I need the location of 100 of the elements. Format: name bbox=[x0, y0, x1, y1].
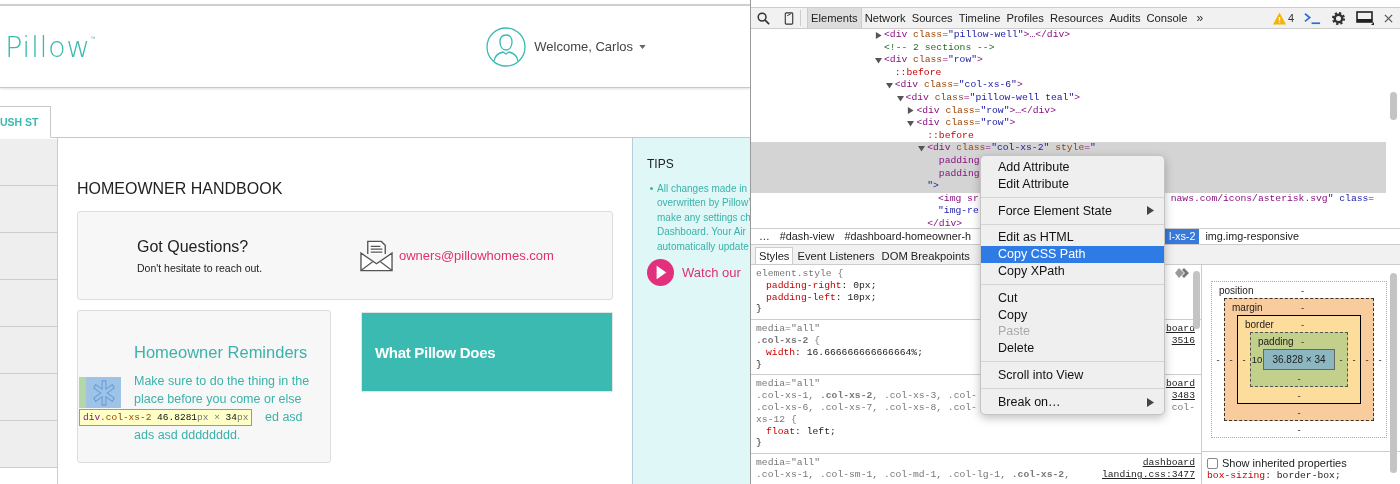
dock-icon[interactable] bbox=[1356, 11, 1374, 25]
menu-item[interactable]: Scroll into View bbox=[981, 366, 1164, 384]
reminder-text-line: Make sure to do the thing in the bbox=[134, 373, 311, 390]
source-link[interactable]: dashboard bbox=[1142, 457, 1195, 469]
css-selector[interactable]: .col-xs-1, .col-xs-2, .col-xs-3, .col- bbox=[756, 390, 977, 402]
devtools-tab[interactable]: Elements bbox=[807, 8, 862, 28]
menu-item[interactable]: Add Attribute bbox=[981, 159, 1164, 176]
checkbox[interactable] bbox=[1207, 457, 1218, 469]
breadcrumb[interactable]: #dashboard-homeowner-h bbox=[840, 229, 976, 244]
tip-text-line: Dashboard. Your Air bbox=[657, 226, 746, 238]
closing-brace: } bbox=[756, 303, 762, 316]
devtools-tab[interactable]: Network bbox=[861, 8, 909, 28]
new-rule-icon[interactable] bbox=[1175, 268, 1189, 278]
breadcrumb[interactable]: #dash-view bbox=[775, 229, 839, 244]
email-link[interactable]: owners@pillowhomes.com bbox=[399, 248, 554, 263]
settings-icon[interactable] bbox=[1331, 10, 1346, 26]
box-value: - bbox=[1297, 389, 1301, 401]
breadcrumb[interactable]: l-xs-2 bbox=[1165, 229, 1200, 244]
css-selector: col- bbox=[1171, 401, 1195, 414]
code-text: <div class="row"> bbox=[884, 54, 983, 67]
box-value: - bbox=[1241, 353, 1247, 367]
source-link[interactable]: 3483 bbox=[1171, 390, 1195, 402]
css-property[interactable]: padding-right: 0px; bbox=[756, 279, 877, 292]
css-property[interactable]: width: 16.666666666666664%; bbox=[756, 346, 923, 359]
reminder-text-line: place before you come or else bbox=[134, 391, 303, 408]
tips-title: TIPS bbox=[647, 157, 675, 171]
devtools-tab[interactable]: Resources bbox=[1046, 8, 1107, 28]
closing-brace: } bbox=[756, 358, 762, 371]
devtools-tab[interactable]: Console bbox=[1143, 8, 1191, 28]
breadcrumb[interactable]: … bbox=[755, 229, 774, 244]
devtools-tab[interactable]: Audits bbox=[1106, 8, 1144, 28]
menu-item[interactable]: Force Element State bbox=[981, 202, 1164, 220]
console-prompt-icon[interactable] bbox=[1304, 11, 1321, 25]
source-link[interactable]: board bbox=[1165, 378, 1195, 391]
disclosure-triangle-icon[interactable] bbox=[918, 145, 926, 153]
reminder-text-line: ed asd bbox=[265, 409, 303, 426]
code-text: <div class="pillow-well">…</div> bbox=[884, 29, 1071, 42]
play-icon[interactable] bbox=[647, 258, 674, 286]
disclosure-triangle-icon[interactable] bbox=[875, 57, 882, 64]
disclosure-triangle-icon[interactable] bbox=[907, 119, 915, 127]
code-text: </div> bbox=[927, 217, 963, 228]
pane-tab[interactable]: Styles bbox=[755, 247, 794, 264]
checkbox-label[interactable]: Show inherited properties bbox=[1222, 457, 1347, 469]
menu-item[interactable]: Copy bbox=[981, 306, 1164, 324]
css-selector[interactable]: xs-12 { bbox=[756, 413, 797, 426]
source-link[interactable]: 3516 bbox=[1171, 335, 1195, 347]
user-menu[interactable]: Welcome, Carlos bbox=[534, 39, 646, 54]
devtools-tab[interactable]: Sources bbox=[908, 8, 956, 28]
devtools-tab[interactable]: Profiles bbox=[1003, 8, 1047, 28]
css-selector[interactable]: .col-xs-6, .col-xs-7, .col-xs-8, .col- bbox=[756, 401, 977, 414]
menu-item[interactable]: Delete bbox=[981, 340, 1164, 357]
video-link[interactable]: Watch our bbox=[682, 264, 741, 280]
source-link[interactable]: landing.css:3477 bbox=[1102, 468, 1195, 481]
close-icon[interactable] bbox=[1384, 13, 1393, 23]
search-icon[interactable] bbox=[757, 11, 770, 25]
css-property[interactable]: padding-left: 10px; bbox=[756, 291, 877, 304]
css-selector[interactable]: .col-xs-1, .col-sm-1, .col-md-1, .col-lg-1, .col-xs-2, bbox=[756, 468, 1070, 481]
disclosure-triangle-icon[interactable] bbox=[885, 82, 893, 90]
reminder-text-line: ads asd dddddddd. bbox=[134, 427, 242, 444]
menu-item[interactable]: Copy XPath bbox=[981, 263, 1164, 280]
code-text: <div class="col-xs-6"> bbox=[894, 79, 1023, 92]
scrollbar-thumb[interactable] bbox=[1390, 273, 1397, 473]
section-heading: HOMEOWNER HANDBOOK bbox=[77, 180, 284, 198]
code-text: ::before bbox=[894, 66, 942, 80]
box-value: - bbox=[1228, 353, 1234, 367]
menu-item[interactable]: Edit Attribute bbox=[981, 175, 1164, 193]
css-selector[interactable]: .col-xs-2 { bbox=[756, 335, 820, 347]
box-label: position bbox=[1219, 284, 1255, 296]
box-value: - bbox=[1300, 318, 1305, 330]
menu-item[interactable]: Edit as HTML bbox=[981, 229, 1164, 247]
media-query: media="all" bbox=[756, 378, 820, 391]
disclosure-triangle-icon[interactable] bbox=[875, 31, 882, 39]
source-link[interactable]: board bbox=[1165, 323, 1195, 335]
warning-count[interactable]: 4 bbox=[1287, 12, 1294, 24]
envelope-icon bbox=[360, 239, 393, 272]
box-value: - bbox=[1300, 284, 1305, 296]
pane-tab[interactable]: DOM Breakpoints bbox=[878, 247, 973, 264]
menu-item[interactable]: Break on… bbox=[981, 393, 1164, 411]
disclosure-triangle-icon[interactable] bbox=[896, 94, 904, 102]
more-tabs-button[interactable]: » bbox=[1196, 11, 1204, 25]
css-selector[interactable]: element.style { bbox=[756, 268, 844, 280]
card-subtitle: Don't hesitate to reach out. bbox=[137, 261, 264, 274]
box-value: 10 bbox=[1251, 353, 1263, 367]
menu-item[interactable]: Copy CSS Path bbox=[981, 246, 1164, 263]
css-property[interactable]: float: left; bbox=[756, 425, 836, 438]
disclosure-triangle-icon[interactable] bbox=[907, 107, 915, 115]
box-value: - bbox=[1338, 353, 1344, 367]
code-text: padding bbox=[937, 167, 980, 181]
pane-tab[interactable]: Event Listeners bbox=[794, 247, 878, 264]
menu-item[interactable]: Cut bbox=[981, 289, 1164, 307]
scrollbar-thumb[interactable] bbox=[1193, 271, 1200, 329]
scrollbar-thumb[interactable] bbox=[1390, 92, 1397, 120]
device-icon[interactable] bbox=[784, 11, 794, 25]
caret-icon bbox=[639, 44, 646, 49]
card-title: Homeowner Reminders bbox=[134, 343, 309, 362]
content-size: 36.828 × 34 bbox=[1263, 349, 1335, 370]
breadcrumb[interactable]: img.img-responsive bbox=[1201, 229, 1303, 244]
user-avatar-icon[interactable] bbox=[486, 26, 527, 67]
box-value: - bbox=[1297, 423, 1301, 435]
devtools-tab[interactable]: Timeline bbox=[955, 8, 1004, 28]
